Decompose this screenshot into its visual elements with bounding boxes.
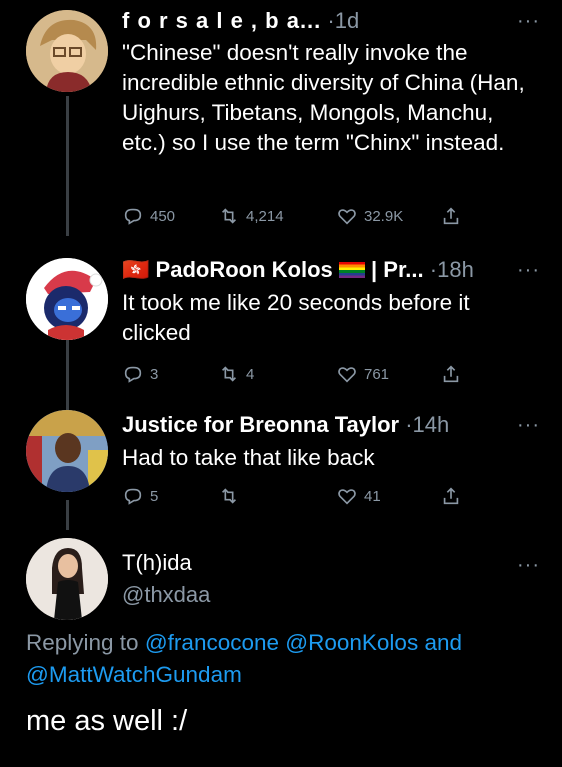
heart-icon [338,367,356,383]
reply-icon [124,208,142,225]
main-tweet-text: me as well :/ [26,705,188,737]
reply-button[interactable]: 5 [122,485,158,507]
flag-icon: 🇭🇰 [122,257,150,282]
more-options-icon[interactable]: ··· [517,554,540,577]
timestamp[interactable]: ·1d [327,8,359,33]
tweet-text: "Chinese" doesn't really invoke the incr… [122,40,525,155]
reply-icon [124,366,142,383]
share-icon [443,487,459,505]
retweet-icon [221,488,237,504]
tweet-text: It took me like 20 seconds before it cli… [122,290,470,345]
display-name[interactable]: Justice for Breonna Taylor [122,412,399,437]
reply-count: 450 [150,207,176,225]
reply-count: 5 [150,487,159,505]
more-options-icon[interactable]: ··· [517,259,540,282]
tweet[interactable]: f o r s a l e , b a... ·1d ··· "Chinese"… [0,0,562,245]
main-tweet: T(h)ida @thxdaa ··· Replying to @francoc… [0,530,562,767]
more-options-icon[interactable]: ··· [517,414,540,437]
like-count: 41 [364,487,381,505]
heart-icon [338,209,356,225]
tweet-actions: 450 4,214 32.9K [122,205,472,231]
like-button[interactable]: 761 [336,363,389,385]
display-name[interactable]: PadoRoon Kolos [156,257,333,282]
retweet-button[interactable]: 4 [218,363,254,385]
tweet[interactable]: Justice for Breonna Taylor ·14h ··· Had … [0,400,562,530]
display-name[interactable]: f o r s a l e , b a... [122,8,321,33]
tweet[interactable]: 🇭🇰 PadoRoon Kolos | Pr... ·18h ··· It to… [0,245,562,400]
tweet-header: f o r s a l e , b a... ·1d [122,8,512,34]
user-handle[interactable]: @thxdaa [122,582,512,608]
avatar[interactable] [26,258,108,340]
like-count: 761 [364,365,390,383]
heart-icon [338,489,356,505]
retweet-icon [221,208,237,224]
mention-link[interactable]: @RoonKolos [285,630,418,655]
retweet-count: 4,214 [246,207,284,225]
reply-button[interactable]: 450 [122,205,175,227]
avatar[interactable] [26,10,108,92]
mention-link[interactable]: @MattWatchGundam [26,662,242,687]
avatar[interactable] [26,538,108,620]
like-count: 32.9K [364,207,404,225]
like-button[interactable]: 41 [336,485,381,507]
timestamp[interactable]: ·18h [430,257,474,282]
display-name-suffix[interactable]: | Pr... [371,257,424,282]
more-options-icon[interactable]: ··· [517,10,540,33]
rainbow-flag-icon [338,262,365,278]
replying-prefix: Replying to [26,630,139,655]
tweet-header: 🇭🇰 PadoRoon Kolos | Pr... ·18h [122,257,512,283]
timestamp[interactable]: ·14h [405,412,449,437]
retweet-button[interactable]: 4,214 [218,205,284,227]
avatar[interactable] [26,410,108,492]
retweet-button[interactable] [218,485,246,507]
tweet-header: Justice for Breonna Taylor ·14h [122,412,512,438]
share-button[interactable] [440,363,462,385]
tweet-actions: 3 4 761 [122,363,472,389]
display-name[interactable]: T(h)ida [122,550,192,575]
share-button[interactable] [440,485,462,507]
share-button[interactable] [440,205,462,227]
like-button[interactable]: 32.9K [336,205,403,227]
reply-count: 3 [150,365,159,383]
mention-and: and [424,630,463,655]
tweet-actions: 5 41 [122,485,472,511]
share-icon [443,365,459,383]
replying-to: Replying to @francocone @RoonKolos and @… [26,627,542,691]
reply-button[interactable]: 3 [122,363,158,385]
mention-link[interactable]: @francocone [145,630,279,655]
tweet-text: Had to take that like back [122,445,375,470]
retweet-count: 4 [246,365,255,383]
reply-icon [124,488,142,505]
main-tweet-header: T(h)ida [122,550,512,576]
share-icon [443,207,459,225]
retweet-icon [221,366,237,382]
